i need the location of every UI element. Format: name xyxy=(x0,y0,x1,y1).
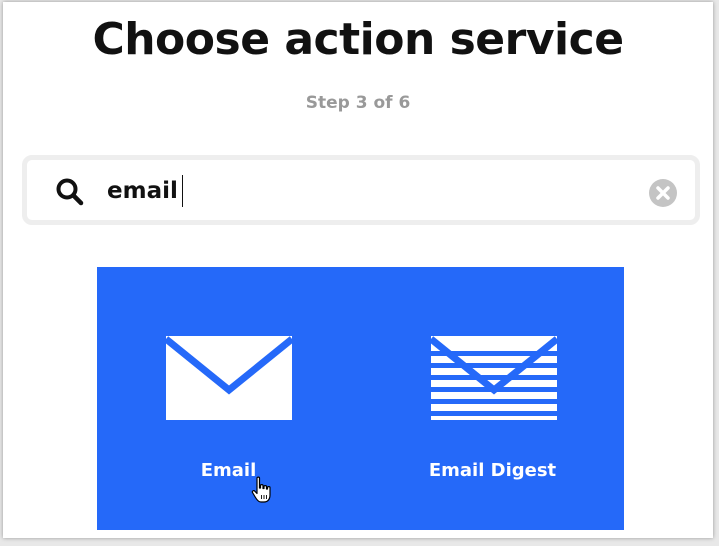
step-indicator: Step 3 of 6 xyxy=(305,93,411,113)
service-tile-email[interactable]: Email xyxy=(97,267,360,530)
service-results-panel: Email Email Digest xyxy=(97,267,624,530)
service-label-email-digest: Email Digest xyxy=(428,460,557,481)
search-box[interactable] xyxy=(22,155,700,225)
text-caret xyxy=(182,175,183,207)
search-icon xyxy=(56,178,84,206)
envelope-icon xyxy=(166,336,292,420)
page-frame: Choose action service Step 3 of 6 Email xyxy=(3,2,713,538)
service-tile-email-digest[interactable]: Email Digest xyxy=(361,267,624,530)
service-label-email: Email xyxy=(200,460,257,481)
page-title: Choose action service xyxy=(92,14,624,65)
search-input[interactable] xyxy=(107,173,627,209)
striped-envelope-icon xyxy=(431,336,557,420)
clear-search-icon[interactable] xyxy=(648,178,678,208)
